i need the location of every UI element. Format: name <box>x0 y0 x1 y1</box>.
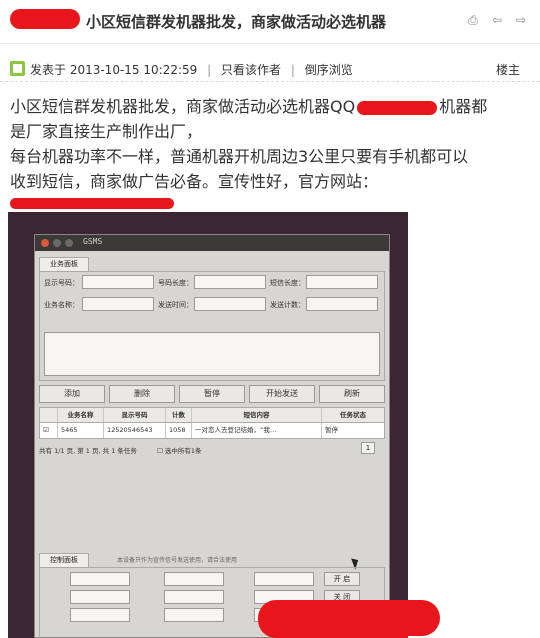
column-header[interactable]: 业务名称 <box>58 408 104 422</box>
start-send-button[interactable]: 开始发送 <box>249 385 315 403</box>
task-name-label: 业务名称： <box>44 301 79 309</box>
column-header[interactable]: 计数 <box>166 408 192 422</box>
redaction-mark <box>258 600 408 638</box>
thread-actions: ⎙ ⇦ ⇨ <box>466 13 528 27</box>
send-time-label: 发送时间： <box>158 301 193 309</box>
close-icon[interactable] <box>41 239 49 247</box>
redaction-mark <box>10 198 174 209</box>
row-checkbox[interactable]: ☑ <box>40 423 58 438</box>
control-field[interactable] <box>70 572 130 586</box>
send-count-input[interactable] <box>306 297 378 311</box>
separator: | <box>290 63 295 77</box>
select-all-checkbox[interactable]: ☐ 选中所有1条 <box>157 445 202 455</box>
table-cell: 12520546543 <box>104 423 166 438</box>
post-text: 小区短信群发机器批发，商家做活动必选机器QQ <box>10 97 356 116</box>
post-line: 是厂家直接生产制作出厂， <box>10 122 203 141</box>
window-titlebar: GSMS <box>35 235 389 251</box>
add-button[interactable]: 添加 <box>39 385 105 403</box>
post-meta-links: 发表于 2013-10-15 10:22:59 | 只看该作者 | 倒序浏览 <box>30 61 353 78</box>
control-field[interactable] <box>254 572 314 586</box>
thread-title: 小区短信群发机器批发，商家做活动必选机器 <box>86 13 387 31</box>
floor-label: 楼主 <box>495 63 520 77</box>
separator: | <box>207 63 212 77</box>
reverse-order-link[interactable]: 倒序浏览 <box>305 63 353 77</box>
window-title: GSMS <box>83 237 103 246</box>
table-header: 业务名称 显示号码 计数 短信内容 任务状态 <box>39 407 385 423</box>
app-window: GSMS 业务面板 显示号码： 号码长度： 短信长度： 业务名称： 发送时间： … <box>34 234 390 638</box>
refresh-button[interactable]: 刷新 <box>319 385 385 403</box>
redaction-mark <box>10 9 80 29</box>
post-text: 机器都 <box>439 97 488 116</box>
redaction-mark <box>390 600 440 636</box>
control-field[interactable] <box>164 572 224 586</box>
sms-content-textarea[interactable] <box>44 332 380 376</box>
control-field[interactable] <box>70 608 130 622</box>
table-cell: 5465 <box>58 423 104 438</box>
task-toolbar: 添加 删除 暂停 开始发送 刷新 <box>39 385 385 403</box>
next-icon[interactable]: ⇨ <box>514 13 528 27</box>
table-cell: 1058 <box>166 423 192 438</box>
table-cell: 暂停 <box>325 426 338 434</box>
control-field[interactable] <box>164 590 224 604</box>
column-header[interactable]: 任务状态 <box>322 408 384 422</box>
thread-header: 小区短信群发机器批发，商家做活动必选机器 ⎙ ⇦ ⇨ <box>0 0 540 44</box>
display-number-input[interactable] <box>82 275 154 289</box>
table-row[interactable]: ☑ 5465 12520546543 1058 一对恋人去登记结婚，“我… 暂停 <box>39 423 385 439</box>
column-header[interactable]: 短信内容 <box>192 408 322 422</box>
send-time-input[interactable] <box>194 297 266 311</box>
post-line: 收到短信，商家做广告必备。宣传性好，官方网站： <box>10 172 379 191</box>
task-panel: 显示号码： 号码长度： 短信长度： 业务名称： 发送时间： 发送计数： <box>39 271 385 381</box>
pause-button[interactable]: 暂停 <box>179 385 245 403</box>
select-all-label: 选中所有1条 <box>164 447 202 455</box>
content-length-input[interactable] <box>306 275 378 289</box>
post-content: 小区短信群发机器批发，商家做活动必选机器QQ 机器都 是厂家直接生产制作出厂， 每… <box>10 94 535 209</box>
print-icon[interactable]: ⎙ <box>466 13 480 27</box>
post-line: 每台机器功率不一样，普通机器开机周边3公里只要有手机都可以 <box>10 147 469 166</box>
online-status-icon <box>10 61 25 76</box>
pagination-status: 共有 1/1 页, 第 1 页, 共 1 条任务 <box>39 447 137 455</box>
page-number[interactable]: 1 <box>361 442 375 454</box>
only-author-link[interactable]: 只看该作者 <box>221 63 281 77</box>
delete-button[interactable]: 删除 <box>109 385 175 403</box>
send-count-label: 发送计数： <box>270 301 305 309</box>
prev-icon[interactable]: ⇦ <box>490 13 504 27</box>
posted-time: 发表于 2013-10-15 10:22:59 <box>30 63 198 77</box>
minimize-icon[interactable] <box>53 239 61 247</box>
control-field[interactable] <box>164 608 224 622</box>
control-note: 本设备只作为宣传信号发送使用，请合法使用 <box>117 557 238 564</box>
table-cell: 一对恋人去登记结婚，“我… <box>192 423 322 438</box>
number-length-input[interactable] <box>194 275 266 289</box>
tab-task-panel[interactable]: 业务面板 <box>39 257 89 271</box>
redaction-mark <box>357 100 438 115</box>
column-header <box>40 408 58 422</box>
start-button[interactable]: 开 启 <box>324 572 360 586</box>
content-length-label: 短信长度： <box>270 279 305 287</box>
post-meta: 发表于 2013-10-15 10:22:59 | 只看该作者 | 倒序浏览 楼… <box>0 54 540 82</box>
number-length-label: 号码长度： <box>158 279 193 287</box>
window-controls <box>41 239 73 247</box>
display-number-label: 显示号码： <box>44 279 79 287</box>
control-field[interactable] <box>70 590 130 604</box>
tab-control-panel[interactable]: 控制面板 <box>39 553 89 567</box>
screenshot-photo: GSMS 业务面板 显示号码： 号码长度： 短信长度： 业务名称： 发送时间： … <box>8 212 408 638</box>
column-header[interactable]: 显示号码 <box>104 408 166 422</box>
task-table: 业务名称 显示号码 计数 短信内容 任务状态 ☑ 5465 1252054654… <box>39 407 385 439</box>
task-name-input[interactable] <box>82 297 154 311</box>
maximize-icon[interactable] <box>65 239 73 247</box>
post-line: 小区短信群发机器批发，商家做活动必选机器QQ 机器都 <box>10 94 535 119</box>
